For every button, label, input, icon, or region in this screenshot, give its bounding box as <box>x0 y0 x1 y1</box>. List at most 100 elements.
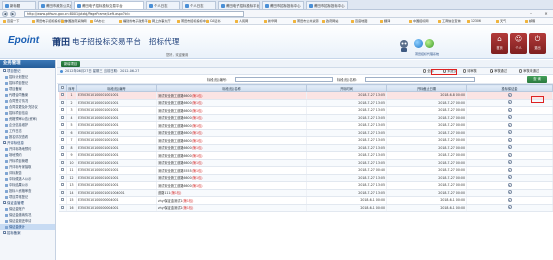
row-checkbox[interactable] <box>60 145 64 149</box>
sidebar-item[interactable]: 报名情况查看 <box>0 134 55 140</box>
row-checkbox[interactable] <box>60 183 64 187</box>
column-header[interactable] <box>58 84 67 92</box>
bid-name[interactable]: 测试安全施工道路6600 <box>158 154 192 158</box>
favorite-link[interactable]: 邮箱 <box>525 19 535 24</box>
bid-name-cell[interactable]: 测试安全施工道路6600(第1包) <box>156 159 307 167</box>
table-row[interactable]: 13 E3503010100001001001 测试安全施工道路6600(第1包) 2… <box>58 181 553 190</box>
bid-name-cell[interactable]: 测试安全施工道路6600(第1包) <box>156 144 307 152</box>
bid-name[interactable]: 测试安全施工道路6600 <box>158 184 192 188</box>
bid-name-cell[interactable]: 测试安全施工道路6600(第1包) <box>156 129 307 137</box>
table-row[interactable]: 9 E3503010100001001001 测试安全施工道路6600(第1包) 20… <box>58 151 553 160</box>
bid-name-cell[interactable]: 测试安全施工道路6600(第1包) <box>156 181 307 190</box>
row-checkbox[interactable] <box>60 190 64 194</box>
favorite-link[interactable]: 网上办事大厅 <box>148 19 171 24</box>
row-checkbox[interactable] <box>60 138 64 142</box>
bid-name[interactable]: 测试安全施工道路6600 <box>158 131 192 135</box>
bid-name[interactable]: 测试安全施工道路6600 <box>158 146 192 150</box>
row-checkbox[interactable] <box>60 153 64 157</box>
favorite-link[interactable]: 莆田市招标投标中心 <box>177 19 209 24</box>
deposit-settings-icon[interactable] <box>507 145 512 150</box>
favorite-link[interactable]: 12306 <box>467 19 481 24</box>
radio-icon[interactable] <box>463 69 467 73</box>
sidebar-item[interactable]: 保证金统计 <box>0 224 55 230</box>
deposit-settings-icon[interactable] <box>507 122 512 127</box>
code-input[interactable] <box>235 76 333 82</box>
sidebar-item[interactable]: 项目异常登记 <box>0 194 55 200</box>
bid-name-cell[interactable]: 测试安全施工道路5555(第1包) <box>156 166 307 175</box>
table-row[interactable]: 10 E3503010100001001001 测试安全施工道路6600(第1包) 2… <box>58 159 553 167</box>
bid-name[interactable]: 道路111 <box>158 191 170 195</box>
table-row[interactable]: 2 E3503010100001001001 测试安全施工道路6600(第1包) 20… <box>58 99 553 107</box>
favorite-link[interactable]: 百度一下 <box>3 19 19 24</box>
deposit-settings-icon[interactable] <box>507 137 512 142</box>
favorite-link[interactable]: 政府网站 <box>322 19 338 24</box>
bid-name[interactable]: 测试安全施工道路6600 <box>158 176 192 180</box>
radio-icon[interactable] <box>519 69 523 73</box>
name-input[interactable] <box>365 76 475 82</box>
filter-option[interactable]: 审核未通过 <box>519 69 539 74</box>
deposit-settings-icon[interactable] <box>507 160 512 165</box>
row-checkbox[interactable] <box>60 123 64 127</box>
favorite-link[interactable]: 百度地图 <box>351 19 367 24</box>
bid-name[interactable]: 测试安全施工道路6600 <box>158 124 192 128</box>
bid-name[interactable]: 测试安全施工道路6600 <box>158 139 192 143</box>
table-row[interactable]: 1 E3503010100001001001 测试安全施工道路6600(第1包) 20… <box>58 91 553 100</box>
deposit-settings-icon[interactable] <box>507 100 512 105</box>
row-checkbox[interactable] <box>60 100 64 104</box>
bid-name-cell[interactable]: 道路111(第1包) <box>156 189 307 197</box>
deposit-settings-icon[interactable] <box>507 152 512 157</box>
sidebar-group[interactable]: −招标备案 <box>0 230 55 236</box>
back-icon[interactable]: ◀ <box>2 11 8 17</box>
table-row[interactable]: 12 E3503010100001001001 测试安全施工道路6600(第1包) 2… <box>58 174 553 182</box>
deposit-settings-icon[interactable] <box>507 115 512 120</box>
row-checkbox[interactable] <box>60 108 64 112</box>
favorite-link[interactable]: CA证书 <box>206 19 220 24</box>
select-all-checkbox[interactable] <box>60 85 65 90</box>
row-checkbox[interactable] <box>60 130 64 134</box>
radio-icon[interactable] <box>423 69 427 73</box>
search-button[interactable]: 查 询 <box>527 76 547 83</box>
table-row[interactable]: 7 E3503010100001001001 测试安全施工道路6600(第1包) 20… <box>58 136 553 145</box>
favorite-link[interactable]: 天气 <box>496 19 506 24</box>
table-row[interactable]: 3 E3503010100001001001 测试安全施工道路6600(第1包) 20… <box>58 106 553 115</box>
bid-name[interactable]: 测试安全施工道路6600 <box>158 161 192 165</box>
bid-name[interactable]: 测试安全施工道路6600 <box>158 116 192 120</box>
globe-icon[interactable] <box>414 39 423 48</box>
browser-tab[interactable]: 莆田电子招标投标平台… <box>218 1 260 9</box>
browser-tab[interactable]: 个人日志 <box>146 1 180 9</box>
favorite-link[interactable]: 中国政府采购网 <box>61 19 87 24</box>
deposit-settings-icon[interactable] <box>507 92 512 97</box>
user-button[interactable]: ☺ 个人 <box>510 33 527 54</box>
bid-name-cell[interactable]: 测试安全施工道路6600(第1包) <box>156 91 307 100</box>
bid-name-cell[interactable]: zhyl保证金测试2(第1包) <box>156 204 307 212</box>
favorite-link[interactable]: 新华网 <box>264 19 277 24</box>
table-row[interactable]: 11 E3503010100001001001 测试安全施工道路5555(第1包) 2… <box>58 166 553 175</box>
deposit-settings-icon[interactable] <box>507 197 512 202</box>
row-checkbox[interactable] <box>60 175 64 179</box>
home-button[interactable]: ⌂ 首页 <box>491 33 508 54</box>
favorite-link[interactable]: OA办公 <box>90 19 105 24</box>
row-checkbox[interactable] <box>60 93 64 97</box>
favorite-link[interactable]: 福建省电子政务平台 <box>119 19 151 24</box>
bid-name-cell[interactable]: 测试安全施工道路6600(第1包) <box>156 151 307 160</box>
browser-tab[interactable]: 莆田市政务公共资源… <box>38 1 72 9</box>
browser-tab[interactable]: 新标题 <box>2 1 36 9</box>
bid-name-cell[interactable]: 测试安全施工道路6600(第1包) <box>156 174 307 182</box>
table-row[interactable]: 8 E3503010100001001001 测试安全施工道路6600(第1包) 20… <box>58 144 553 152</box>
deposit-settings-icon[interactable] <box>507 107 512 112</box>
table-row[interactable]: 4 E3503010100001001001 测试安全施工道路6600(第1包) 20… <box>58 114 553 122</box>
table-row[interactable]: 5 E3503010100001001001 测试安全施工道路6600(第1包) 20… <box>58 121 553 130</box>
table-row[interactable]: 6 E3503010100001001001 测试安全施工道路6600(第1包) 20… <box>58 129 553 137</box>
bid-name-cell[interactable]: 测试安全施工道路6600(第1包) <box>156 99 307 107</box>
bid-name[interactable]: 测试安全施工道路6600 <box>158 94 192 98</box>
favorite-link[interactable]: 工商信息查询 <box>438 19 461 24</box>
favorite-link[interactable]: 人民网 <box>235 19 248 24</box>
filter-option[interactable]: 待审核 <box>463 69 477 74</box>
browser-tab[interactable]: 莆田市招标投标中心 <box>262 1 304 9</box>
browser-tab[interactable]: 莆田电子招标投标交易平台 <box>74 1 144 9</box>
minimize-icon[interactable]: – <box>527 11 535 17</box>
bid-name[interactable]: 测试安全施工道路5555 <box>158 169 192 173</box>
deposit-settings-icon[interactable] <box>507 190 512 195</box>
bid-name-cell[interactable]: 测试安全施工道路6600(第1包) <box>156 106 307 115</box>
row-checkbox[interactable] <box>60 168 64 172</box>
